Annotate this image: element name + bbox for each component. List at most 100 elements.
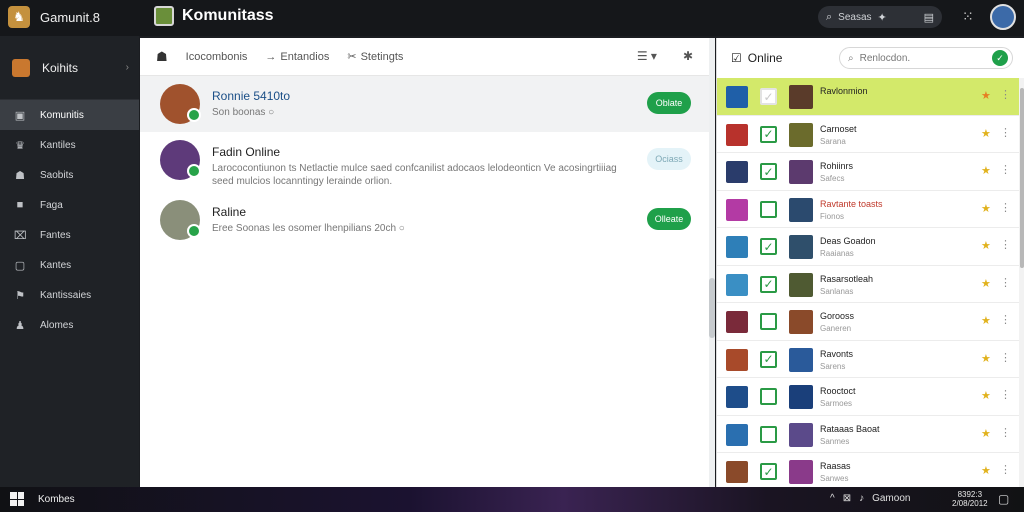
sidebar-item-label: Alomes — [40, 319, 74, 331]
conversation-toolbar: ☗ Icocombonis → Entandios ✂ Stetingts — [140, 38, 715, 76]
sidebar-header[interactable]: Koihits › — [0, 36, 139, 100]
sidebar-item-kantes[interactable]: ▢ Kantes — [0, 250, 139, 280]
more-options-icon[interactable]: ⋮ — [1000, 276, 1011, 289]
sidebar-item-kantissaies[interactable]: ⚑ Kantissaies — [0, 280, 139, 310]
sidebar-item-kantiles[interactable]: ♛ Kantiles — [0, 130, 139, 160]
clock[interactable]: 8392:3 2/08/2012 — [952, 490, 988, 508]
friend-checkbox[interactable]: ✓ — [760, 463, 777, 480]
pin-icon[interactable]: ✱ — [683, 49, 693, 63]
friend-row[interactable]: ✓ Deas Goadon Raaianas ★ ⋮ — [717, 228, 1024, 266]
friend-checkbox[interactable] — [760, 200, 777, 218]
friend-row[interactable]: Rataaas Baoat Sanmes ★ ⋮ — [717, 416, 1024, 453]
friend-checkbox[interactable] — [760, 388, 777, 405]
star-icon[interactable]: ★ — [981, 239, 991, 252]
more-options-icon[interactable]: ⋮ — [1000, 351, 1011, 364]
friend-checkbox[interactable]: ✓ — [760, 163, 777, 180]
add-friend-icon[interactable]: ✓ — [992, 50, 1008, 66]
tab-icocombonis[interactable]: Icocombonis — [186, 51, 248, 63]
more-options-icon[interactable]: ⋮ — [1000, 163, 1011, 176]
sidebar-item-alomes[interactable]: ♟ Alomes — [0, 310, 139, 340]
conversation-action-button[interactable]: Ociass — [647, 148, 691, 170]
friend-row[interactable]: ✓ Raasas Sanwes ★ ⋮ — [717, 453, 1024, 491]
friends-scrollbar[interactable] — [1019, 78, 1024, 487]
star-icon[interactable]: ★ — [981, 127, 991, 140]
tab-stetingts[interactable]: ✂ Stetingts — [347, 50, 403, 64]
more-options-icon[interactable]: ⋮ — [1000, 88, 1011, 101]
conversation-message: Son boonas ○ — [212, 107, 275, 118]
friend-name: Rataaas Baoat — [820, 423, 880, 434]
friend-checkbox[interactable] — [760, 425, 777, 443]
star-icon[interactable]: ★ — [981, 89, 991, 102]
windows-start-icon[interactable] — [10, 492, 24, 506]
game-icon — [726, 198, 748, 221]
friend-row[interactable]: ✓ Ravlonmion ★ ⋮ — [717, 78, 1024, 116]
friend-checkbox[interactable]: ✓ — [760, 125, 777, 143]
home-icon: ☗ — [15, 169, 25, 182]
friend-row[interactable]: Rooctoct Sarmoes ★ ⋮ — [717, 378, 1024, 416]
star-icon[interactable]: ★ — [981, 352, 991, 365]
conversation-item[interactable]: Raline Eree Soonas les osomer lhenpilian… — [140, 192, 715, 248]
conversation-item[interactable]: Ronnie 5410to Son boonas ○ Oblate — [140, 76, 715, 132]
more-options-icon[interactable]: ⋮ — [1000, 201, 1011, 214]
friend-row[interactable]: ✓ Ravonts Sarens ★ ⋮ — [717, 341, 1024, 378]
friends-search[interactable]: ⌕ Renlocdon. ✓ — [839, 47, 1013, 69]
more-options-icon[interactable]: ⋮ — [1000, 238, 1011, 251]
star-icon[interactable]: ★ — [981, 164, 991, 177]
game-icon — [726, 423, 748, 446]
friend-checkbox[interactable]: ✓ — [760, 88, 777, 105]
sidebar-item-komunitis[interactable]: ▣ Komunitis — [0, 100, 139, 130]
grid-menu-icon[interactable]: ⁙ — [962, 8, 974, 25]
sidebar-item-fantes[interactable]: ⌧ Fantes — [0, 220, 139, 250]
friend-row[interactable]: Ravtante toasts Fionos ★ ⋮ — [717, 191, 1024, 228]
volume-icon[interactable]: ♪ — [859, 493, 864, 504]
chat-icon[interactable]: ▤ — [924, 11, 934, 24]
conversation-action-button[interactable]: Olleate — [647, 208, 691, 230]
app-brand[interactable]: ♞ Gamunit.8 — [8, 6, 100, 28]
avatar — [789, 385, 813, 409]
online-checkbox-icon[interactable]: ☑ — [731, 51, 742, 65]
controller-icon[interactable]: ✦ — [878, 11, 887, 24]
scrollbar-thumb[interactable] — [1020, 88, 1024, 268]
search-placeholder[interactable]: Seasas — [838, 12, 871, 23]
chevron-up-icon[interactable]: ^ — [830, 493, 835, 504]
avatar — [160, 140, 201, 180]
sidebar-item-faga[interactable]: ■ Faga — [0, 190, 139, 220]
more-options-icon[interactable]: ⋮ — [1000, 388, 1011, 401]
friend-row[interactable]: ✓ Rohiinrs Safecs ★ ⋮ — [717, 153, 1024, 191]
friend-checkbox[interactable] — [760, 313, 777, 330]
conversations-scrollbar[interactable] — [709, 38, 715, 487]
more-options-icon[interactable]: ⋮ — [1000, 313, 1011, 326]
user-avatar[interactable] — [990, 4, 1016, 30]
conversation-item[interactable]: Fadin Online Larococontiunon ts Netlacti… — [140, 132, 715, 192]
friends-search-placeholder[interactable]: Renlocdon. — [860, 53, 911, 64]
sidebar-item-saobits[interactable]: ☗ Saobits — [0, 160, 139, 190]
friend-status: Ganeren — [820, 324, 852, 333]
star-icon[interactable]: ★ — [981, 202, 991, 215]
tab-entandios[interactable]: → Entandios — [265, 51, 329, 63]
chevron-right-icon[interactable]: › — [126, 62, 139, 73]
friend-row[interactable]: ✓ Rasarsotleah Sanlanas ★ ⋮ — [717, 266, 1024, 303]
friend-checkbox[interactable]: ✓ — [760, 275, 777, 293]
star-icon[interactable]: ★ — [981, 389, 991, 402]
friend-row[interactable]: ✓ Carnoset Sarana ★ ⋮ — [717, 116, 1024, 153]
star-icon[interactable]: ★ — [981, 314, 991, 327]
game-icon — [726, 161, 748, 183]
list-view-icon[interactable]: ☰ ▾ — [637, 49, 657, 63]
star-icon[interactable]: ★ — [981, 464, 991, 477]
star-icon[interactable]: ★ — [981, 427, 991, 440]
more-options-icon[interactable]: ⋮ — [1000, 463, 1011, 476]
community-toolbar-icon[interactable]: ☗ — [156, 49, 168, 65]
more-options-icon[interactable]: ⋮ — [1000, 126, 1011, 139]
friend-row[interactable]: Gorooss Ganeren ★ ⋮ — [717, 303, 1024, 341]
notification-icon[interactable]: ▢ — [998, 492, 1009, 506]
friend-name: Deas Goadon — [820, 236, 876, 246]
scrollbar-thumb[interactable] — [709, 278, 715, 338]
top-search[interactable]: ⌕ Seasas ✦ ▤ — [818, 6, 942, 28]
friend-checkbox[interactable]: ✓ — [760, 350, 777, 368]
conversation-action-button[interactable]: Oblate — [647, 92, 691, 114]
taskbar-app[interactable]: Kombes — [38, 494, 75, 505]
network-icon[interactable]: ⊠ — [843, 493, 851, 504]
more-options-icon[interactable]: ⋮ — [1000, 426, 1011, 439]
star-icon[interactable]: ★ — [981, 277, 991, 290]
friend-checkbox[interactable]: ✓ — [760, 238, 777, 255]
